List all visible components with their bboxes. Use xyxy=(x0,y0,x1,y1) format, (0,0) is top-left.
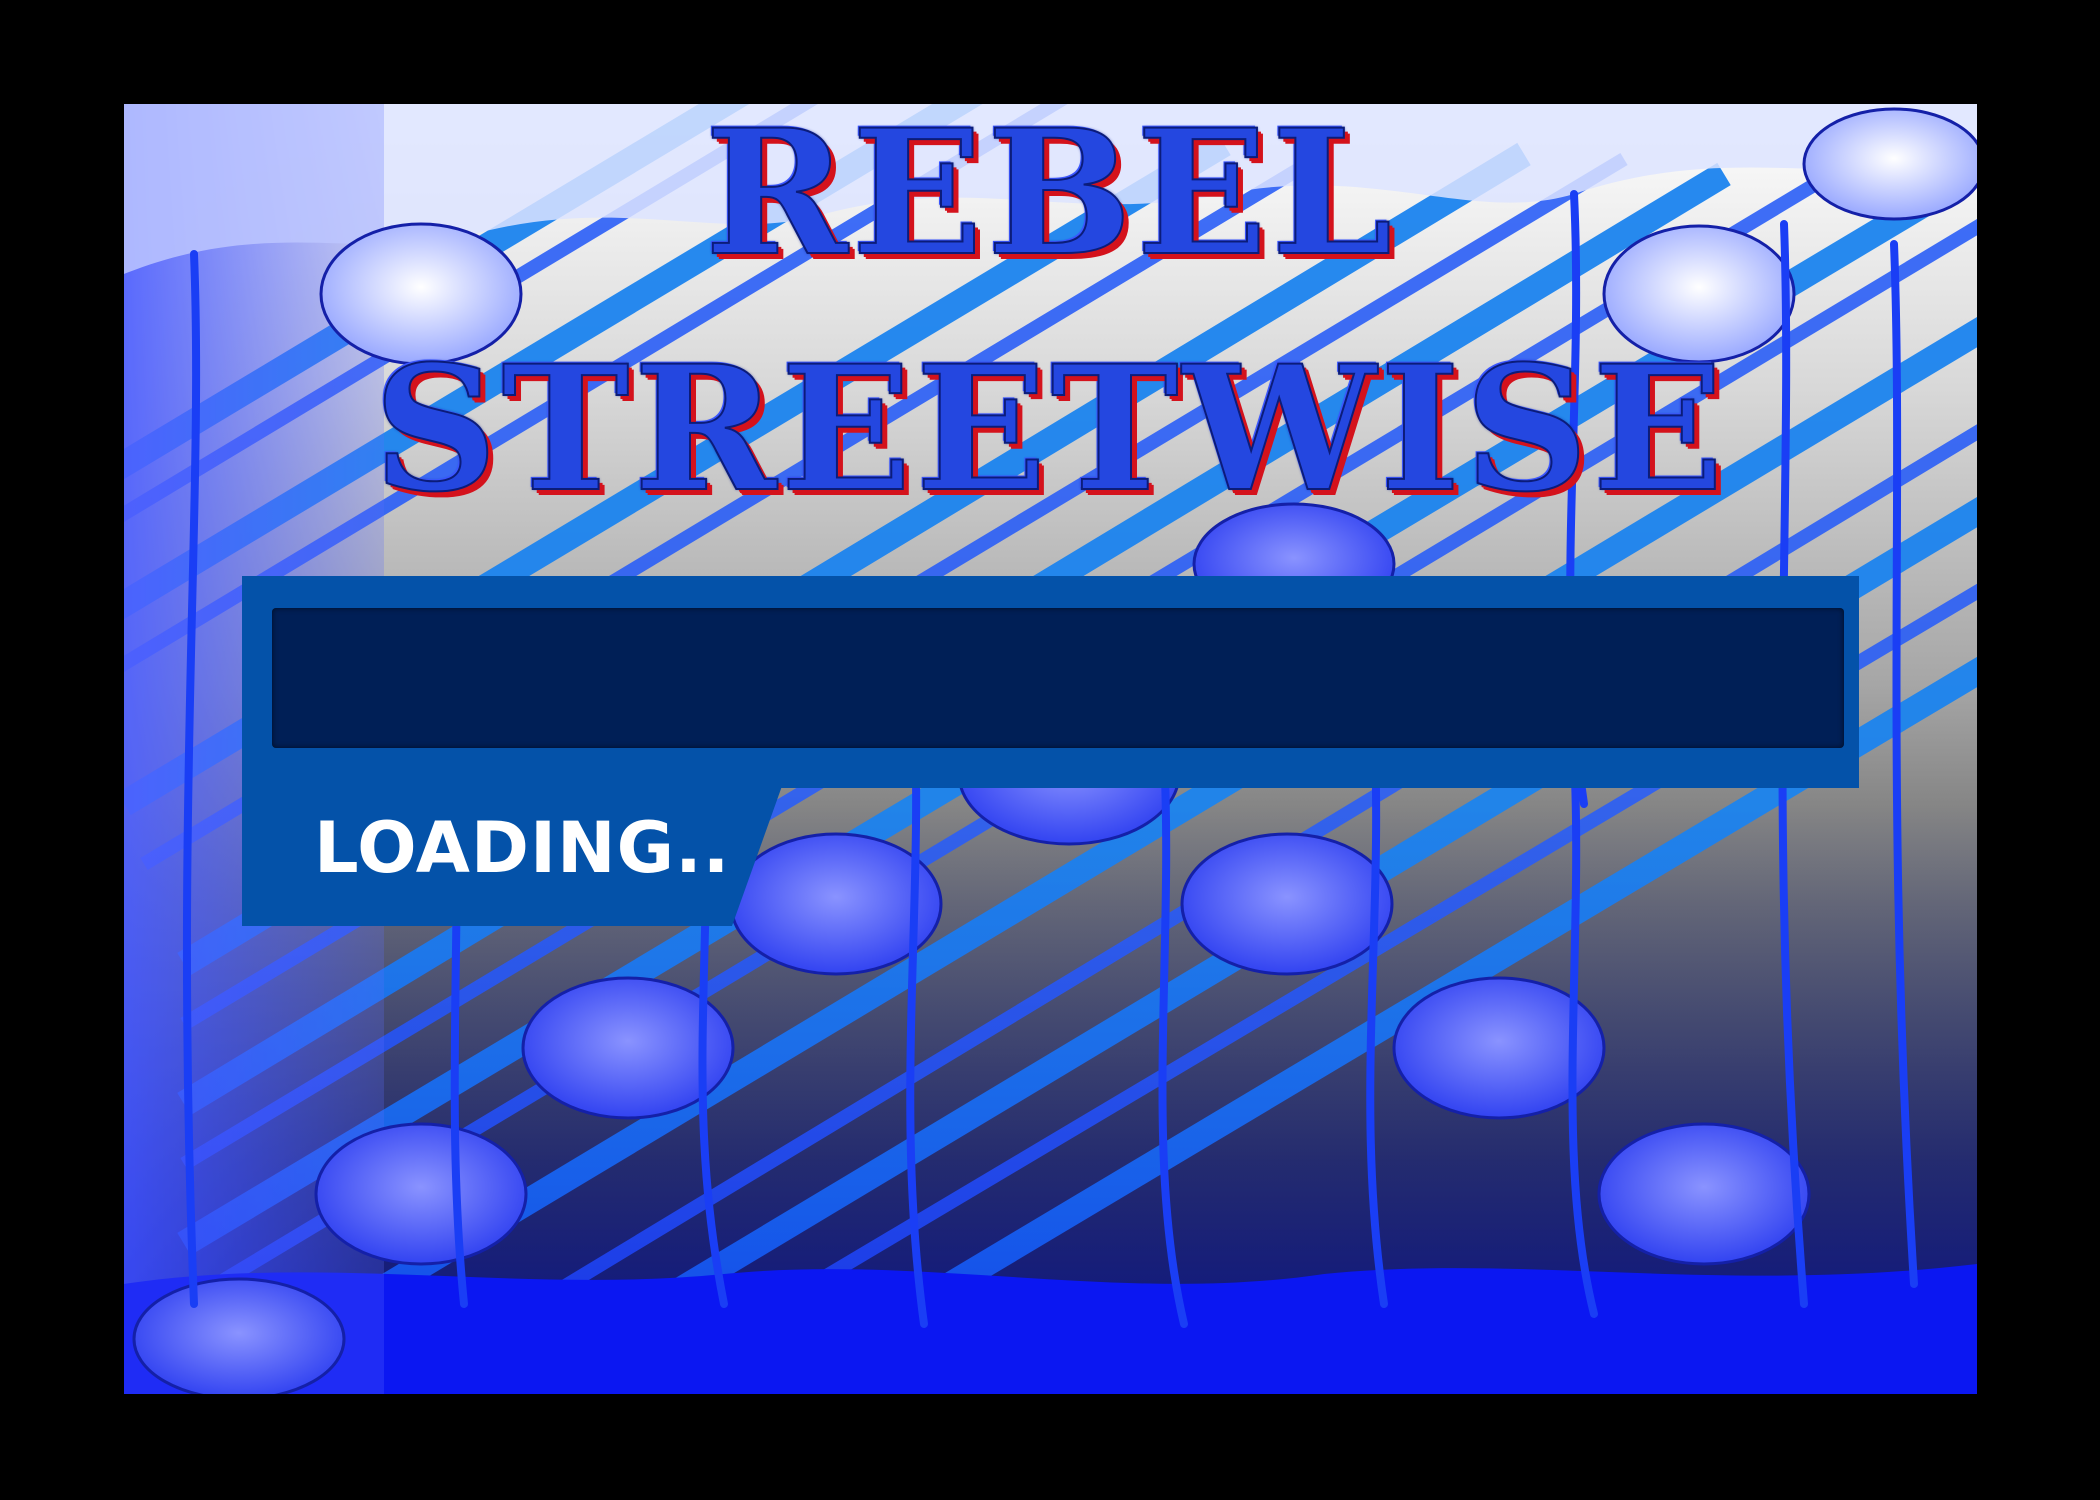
game-title-line2: STREETWISE xyxy=(372,327,1728,530)
loading-label-tab: LOADING.. xyxy=(242,786,782,926)
loading-screen: REBEL STREETWISE LOADING.. xyxy=(124,104,1977,1394)
loading-bar-frame xyxy=(242,576,1859,788)
loading-progress-track xyxy=(272,608,1844,748)
loading-label: LOADING.. xyxy=(314,807,731,889)
game-title-line1: REBEL xyxy=(704,104,1397,294)
